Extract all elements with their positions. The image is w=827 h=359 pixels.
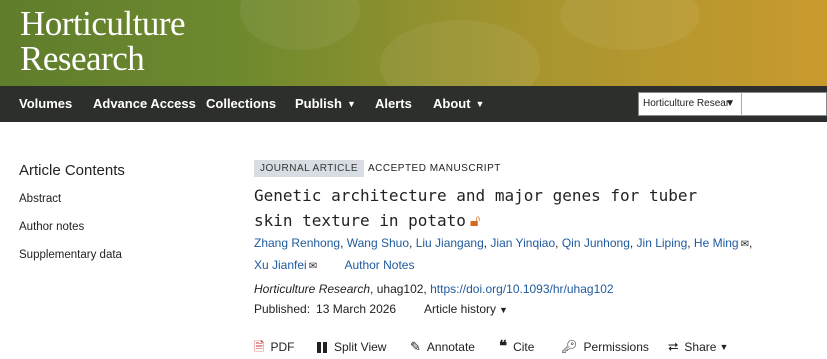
chevron-down-icon: ▼	[719, 342, 729, 352]
published-date: 13 March 2026	[316, 302, 397, 316]
published-info: Published: 13 March 2026	[254, 302, 396, 316]
doi-link[interactable]: https://doi.org/10.1093/hr/uhag102	[430, 282, 613, 296]
nav-item-label: Alerts	[375, 96, 412, 111]
banner-leaf-decoration	[380, 20, 540, 86]
article-history-label: Article history	[424, 302, 497, 316]
open-access-icon: 🔓︎	[469, 211, 481, 230]
author-link[interactable]: Zhang Renhong	[254, 236, 340, 250]
article-title-line-2: skin texture in potato	[254, 211, 466, 230]
search-scope-select[interactable]: Horticulture Resear ▼	[638, 92, 742, 116]
split-view-label: Split View	[334, 340, 387, 354]
nav-item-label: Advance Access	[93, 96, 196, 111]
article-id: , uhag102,	[370, 282, 431, 296]
annotate-button[interactable]: ✎ Annotate	[410, 339, 475, 355]
chevron-down-icon: ▼	[346, 99, 356, 109]
cite-button[interactable]: ❝ Cite	[499, 339, 534, 355]
key-icon: 🔑︎	[561, 339, 578, 354]
nav-item-label: About	[433, 96, 471, 111]
chevron-down-icon: ▼	[499, 305, 508, 315]
sidebar-item-author-notes[interactable]: Author notes	[19, 221, 84, 233]
banner-leaf-decoration	[240, 0, 360, 50]
article-history-dropdown[interactable]: Article history ▼	[424, 302, 508, 316]
author-link[interactable]: Xu Jianfei	[254, 258, 307, 272]
author-link[interactable]: Wang Shuo	[347, 236, 409, 250]
published-label: Published:	[254, 302, 311, 316]
nav-item-label: Collections	[206, 96, 277, 111]
article-title: Genetic architecture and major genes for…	[254, 183, 724, 233]
author-list: Zhang Renhong, Wang Shuo, Liu Jiangang, …	[254, 236, 753, 272]
email-icon[interactable]: ✉	[309, 261, 317, 272]
quote-icon: ❝	[499, 338, 508, 355]
article-type-badge: JOURNAL ARTICLE	[254, 160, 365, 177]
annotate-label: Annotate	[426, 340, 475, 354]
nav-item-advance-access[interactable]: Advance Access	[93, 86, 196, 122]
split-view-button[interactable]: Split View	[317, 339, 386, 355]
search-scope-value: Horticulture Resear	[643, 98, 730, 109]
nav-item-publish[interactable]: Publish ▼	[295, 86, 356, 122]
article-contents-heading: Article Contents	[19, 162, 125, 179]
chevron-down-icon: ▼	[725, 98, 735, 109]
pdf-icon: 🗎︎	[254, 339, 265, 354]
journal-name: Horticulture Research	[254, 282, 371, 296]
permissions-button[interactable]: 🔑︎ Permissions	[561, 339, 649, 355]
article-status-badge: ACCEPTED MANUSCRIPT	[368, 163, 501, 174]
pencil-icon: ✎	[410, 339, 421, 354]
sidebar-item-abstract[interactable]: Abstract	[19, 193, 61, 205]
nav-item-volumes[interactable]: Volumes	[19, 86, 72, 122]
author-link[interactable]: Jian Yinqiao	[490, 236, 555, 250]
share-button[interactable]: ⮂ Share ▼	[668, 339, 728, 355]
banner-leaf-decoration	[560, 0, 700, 50]
nav-item-collections[interactable]: Collections	[206, 86, 276, 122]
pdf-label: PDF	[270, 340, 295, 354]
email-icon[interactable]: ✉	[741, 239, 749, 250]
nav-item-label: Volumes	[19, 96, 73, 111]
journal-logo[interactable]: Horticulture Research	[20, 4, 186, 78]
author-link[interactable]: He Ming	[694, 236, 739, 250]
citation-line: Horticulture Research, uhag102, https://…	[254, 282, 614, 296]
author-link[interactable]: Jin Liping	[637, 236, 688, 250]
pdf-button[interactable]: 🗎︎ PDF	[254, 339, 294, 355]
author-link[interactable]: Qin Junhong	[562, 236, 630, 250]
cite-label: Cite	[513, 340, 535, 354]
logo-line-1: Horticulture	[20, 4, 186, 43]
nav-item-about[interactable]: About ▼	[433, 86, 484, 122]
author-notes-link[interactable]: Author Notes	[344, 258, 414, 272]
chevron-down-icon: ▼	[475, 99, 485, 109]
author-link[interactable]: Liu Jiangang	[416, 236, 484, 250]
share-label: Share	[684, 340, 717, 354]
nav-item-label: Publish	[295, 96, 342, 111]
logo-line-2: Research	[20, 39, 145, 78]
nav-item-alerts[interactable]: Alerts	[375, 86, 412, 122]
permissions-label: Permissions	[583, 340, 649, 354]
sidebar-item-supplementary-data[interactable]: Supplementary data	[19, 249, 122, 261]
split-view-icon	[317, 341, 328, 353]
search-input[interactable]	[742, 92, 827, 116]
journal-banner: Horticulture Research	[0, 0, 827, 86]
article-title-line-1: Genetic architecture and major genes for…	[254, 186, 698, 205]
article-title-line-2-row: skin texture in potato 🔓︎	[254, 208, 724, 233]
share-icon: ⮂	[668, 339, 679, 354]
